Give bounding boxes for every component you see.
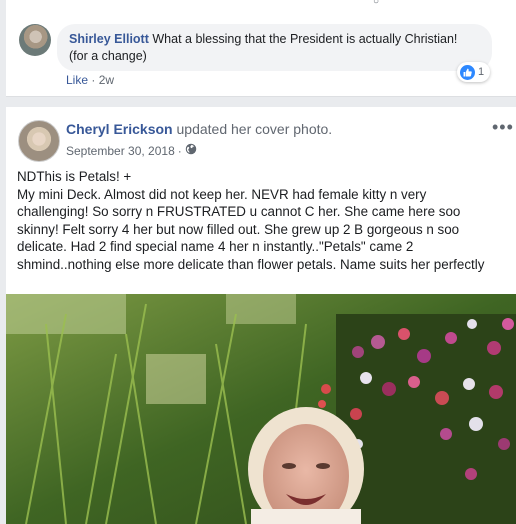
- like-reaction-icon: [460, 64, 475, 80]
- comment-reactions[interactable]: 1: [457, 62, 491, 82]
- post-meta: September 30, 2018 ·: [66, 143, 197, 158]
- post-body-text: NDThis is Petals! + My mini Deck. Almost…: [17, 168, 513, 274]
- comment-text: What a blessing that the President is ac…: [152, 32, 458, 46]
- partial-icon: ○: [373, 0, 380, 7]
- post-card: Cheryl Erickson updated her cover photo.…: [6, 107, 516, 524]
- globe-icon: [185, 143, 197, 158]
- like-comment-link[interactable]: Like: [66, 73, 88, 87]
- reaction-count: 1: [478, 66, 485, 78]
- comment-bubble: Shirley Elliott What a blessing that the…: [57, 24, 492, 71]
- post-text-line: challenging! So sorry n FRUSTRATED u can…: [17, 204, 461, 220]
- post-text-line: My mini Deck. Almost did not keep her. N…: [17, 186, 427, 202]
- post-text-line: shmind..nothing else more delicate than …: [17, 256, 485, 272]
- post-text-line: delicate. Had 2 find special name 4 her …: [17, 239, 414, 255]
- post-author-avatar[interactable]: [18, 120, 60, 162]
- separator: ·: [177, 143, 182, 158]
- cover-photo[interactable]: [6, 294, 516, 524]
- separator: ·: [91, 73, 96, 87]
- commenter-avatar[interactable]: [19, 24, 51, 56]
- post-text-line: skinny! Felt sorry 4 her but now filled …: [17, 221, 460, 237]
- post-text-line: NDThis is Petals! +: [17, 169, 132, 184]
- cover-photo-image: [6, 294, 516, 524]
- comment-author-link[interactable]: Shirley Elliott: [69, 32, 149, 46]
- previous-post-card: ○ Shirley Elliott What a blessing that t…: [6, 0, 516, 97]
- comment-actions: Like · 2w: [66, 73, 114, 87]
- comment-text-continued: (for a change): [69, 48, 147, 63]
- post-author-link[interactable]: Cheryl Erickson: [66, 121, 173, 137]
- more-options-icon[interactable]: •••: [492, 117, 514, 138]
- post-date[interactable]: September 30, 2018: [66, 144, 175, 158]
- post-header: Cheryl Erickson updated her cover photo.: [66, 121, 332, 137]
- comment-timestamp[interactable]: 2w: [99, 73, 114, 87]
- post-action-text: updated her cover photo.: [176, 121, 333, 137]
